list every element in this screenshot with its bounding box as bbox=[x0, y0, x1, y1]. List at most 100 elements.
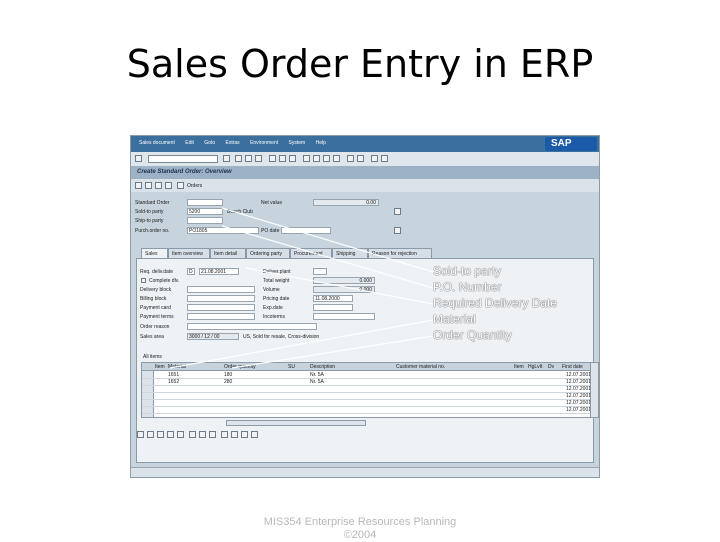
col-first-date[interactable]: First date bbox=[562, 364, 583, 370]
po-date-field[interactable] bbox=[281, 227, 331, 234]
col-material[interactable]: Material bbox=[168, 364, 186, 370]
tab-ordering-party[interactable]: Ordering party bbox=[246, 248, 290, 258]
col-item[interactable]: Item bbox=[155, 364, 165, 370]
sort-icon[interactable] bbox=[177, 431, 184, 438]
sales-area-label: Sales area bbox=[140, 334, 164, 340]
layout-icon[interactable] bbox=[381, 155, 388, 162]
document-icon[interactable] bbox=[394, 227, 401, 234]
volume-field: 0.000 bbox=[313, 286, 375, 293]
display-doc-icon[interactable] bbox=[135, 182, 142, 189]
menu-sales-document[interactable]: Sales document bbox=[139, 140, 175, 146]
back-icon[interactable] bbox=[235, 155, 242, 162]
find-next-icon[interactable] bbox=[289, 155, 296, 162]
po-number-field[interactable]: PO1805 bbox=[187, 227, 259, 234]
item-icon[interactable] bbox=[155, 182, 162, 189]
items-table: Item Material Order quantity SU Descript… bbox=[141, 362, 599, 418]
enter-icon[interactable] bbox=[135, 155, 142, 162]
menu-system[interactable]: System bbox=[289, 140, 306, 146]
menu-edit[interactable]: Edit bbox=[185, 140, 194, 146]
col-customer-material[interactable]: Customer material no. bbox=[396, 364, 445, 370]
availability-icon[interactable] bbox=[209, 431, 216, 438]
sold-to-field[interactable]: 5200 bbox=[187, 208, 223, 215]
command-field[interactable] bbox=[148, 155, 218, 163]
sales-area-field: 3000 / 12 / 00 bbox=[187, 333, 239, 340]
req-deliv-date-field[interactable]: 21.08.2001 bbox=[199, 268, 239, 275]
menu-environment[interactable]: Environment bbox=[250, 140, 278, 146]
items-table-header: Item Material Order quantity SU Descript… bbox=[142, 363, 598, 371]
find-icon[interactable] bbox=[279, 155, 286, 162]
schedule-lines-icon[interactable] bbox=[221, 431, 228, 438]
order-reason-field[interactable] bbox=[187, 323, 317, 330]
new-session-icon[interactable] bbox=[347, 155, 354, 162]
save-icon[interactable] bbox=[223, 155, 230, 162]
standard-order-field[interactable] bbox=[187, 199, 223, 206]
tab-item-overview[interactable]: Item overview bbox=[168, 248, 210, 258]
exit-icon[interactable] bbox=[245, 155, 252, 162]
col-order-quantity[interactable]: Order quantity bbox=[224, 364, 256, 370]
table-row[interactable]: 12.07.2001 bbox=[142, 406, 598, 414]
shortcut-icon[interactable] bbox=[357, 155, 364, 162]
pricing-icon[interactable] bbox=[199, 431, 206, 438]
orders-button-label[interactable]: Orders bbox=[187, 183, 202, 189]
first-page-icon[interactable] bbox=[303, 155, 310, 162]
exp-date-label: Exp.date bbox=[263, 305, 283, 311]
tab-procurement[interactable]: Procurement bbox=[290, 248, 332, 258]
col-description[interactable]: Description bbox=[310, 364, 335, 370]
col-dv[interactable]: Dv bbox=[548, 364, 554, 370]
delete-item-icon[interactable] bbox=[167, 431, 174, 438]
tab-shipping[interactable]: Shipping bbox=[332, 248, 368, 258]
more-3-icon[interactable] bbox=[251, 431, 258, 438]
annotation-required-delivery-date: Required Delivery Date bbox=[433, 296, 558, 310]
menu-goto[interactable]: Goto bbox=[204, 140, 215, 146]
last-page-icon[interactable] bbox=[333, 155, 340, 162]
pricing-date-label: Pricing date bbox=[263, 296, 290, 302]
item-detail-icon[interactable] bbox=[137, 431, 144, 438]
tab-reason-for-rejection[interactable]: Reason for rejection bbox=[368, 248, 432, 258]
previous-page-icon[interactable] bbox=[313, 155, 320, 162]
complete-dlv-checkbox[interactable] bbox=[141, 278, 146, 283]
deliver-plant-field[interactable] bbox=[313, 268, 327, 275]
pricing-date-field[interactable]: 11.08.2000 bbox=[313, 295, 353, 302]
footer-year: ©2004 bbox=[343, 529, 377, 541]
deliver-plant-label: Deliver.plant bbox=[263, 269, 291, 275]
menu-items: Sales document Edit Goto Extras Environm… bbox=[139, 140, 335, 146]
incoterms-label: Incoterms bbox=[263, 314, 285, 320]
tab-item-detail[interactable]: Item detail bbox=[210, 248, 246, 258]
configure-icon[interactable] bbox=[189, 431, 196, 438]
partner-details-icon[interactable] bbox=[394, 208, 401, 215]
print-icon[interactable] bbox=[269, 155, 276, 162]
payment-card-field[interactable] bbox=[187, 304, 255, 311]
sold-to-description: Beach Club bbox=[227, 209, 253, 215]
more-2-icon[interactable] bbox=[241, 431, 248, 438]
ship-to-field[interactable] bbox=[187, 217, 223, 224]
tab-sales[interactable]: Sales bbox=[141, 248, 168, 258]
billing-block-field[interactable] bbox=[187, 295, 255, 302]
delivery-block-field[interactable] bbox=[187, 286, 255, 293]
date-cell[interactable]: 12.07.2001 bbox=[566, 407, 591, 413]
date-type-field[interactable]: D bbox=[187, 268, 195, 275]
col-item-category[interactable]: Item bbox=[514, 364, 524, 370]
menu-extras[interactable]: Extras bbox=[226, 140, 240, 146]
items-vertical-scrollbar[interactable] bbox=[590, 363, 598, 417]
menu-help[interactable]: Help bbox=[316, 140, 326, 146]
more-icon[interactable] bbox=[231, 431, 238, 438]
total-weight-field: 0.000 bbox=[313, 277, 375, 284]
payment-terms-field[interactable] bbox=[187, 313, 255, 320]
deselect-all-icon[interactable] bbox=[157, 431, 164, 438]
next-page-icon[interactable] bbox=[323, 155, 330, 162]
items-horizontal-scrollbar[interactable] bbox=[226, 420, 366, 426]
select-all-icon[interactable] bbox=[147, 431, 154, 438]
ship-to-label: Ship-to party bbox=[135, 218, 164, 224]
change-icon[interactable] bbox=[165, 182, 172, 189]
col-su[interactable]: SU bbox=[288, 364, 295, 370]
header-icon[interactable] bbox=[145, 182, 152, 189]
help-icon[interactable] bbox=[371, 155, 378, 162]
cancel-icon[interactable] bbox=[255, 155, 262, 162]
billing-block-label: Billing block bbox=[140, 296, 167, 302]
col-higher-level-item[interactable]: HgLvIt bbox=[528, 364, 542, 370]
po-date-label: PO date bbox=[261, 228, 280, 234]
orders-icon[interactable] bbox=[177, 182, 184, 189]
total-weight-label: Total weight bbox=[263, 278, 290, 284]
exp-date-field[interactable] bbox=[313, 304, 353, 311]
incoterms-field[interactable] bbox=[313, 313, 375, 320]
